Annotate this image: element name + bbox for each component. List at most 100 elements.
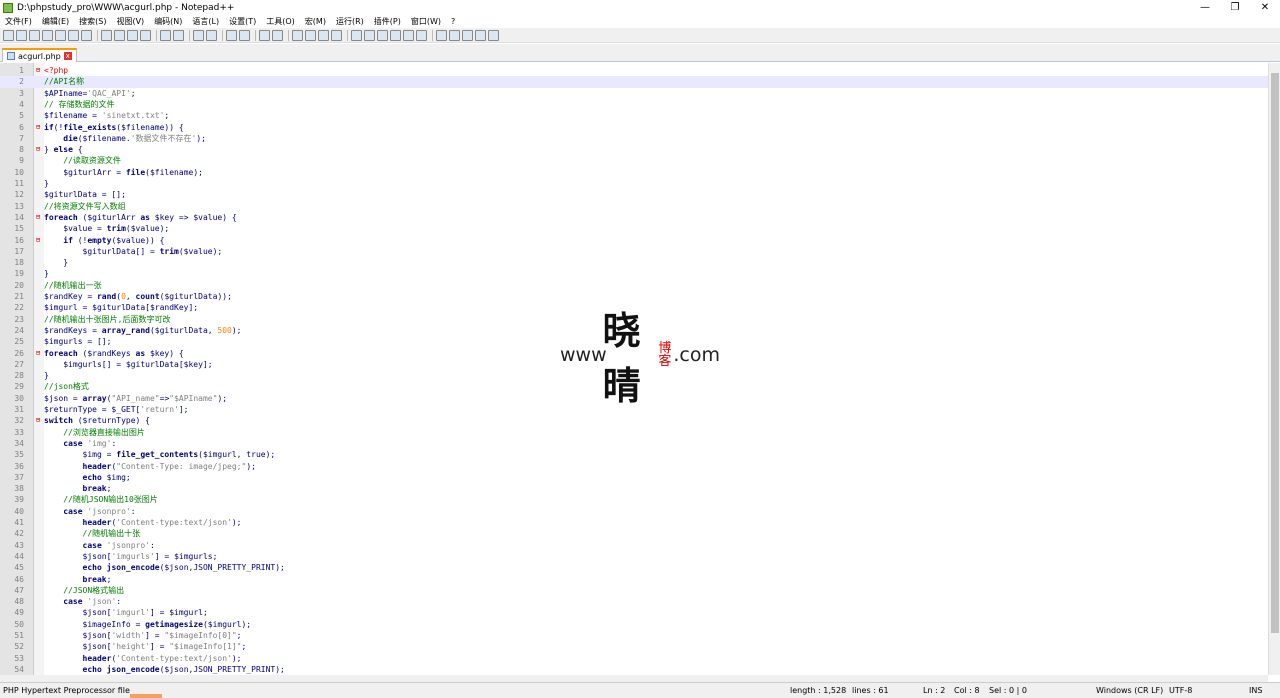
code-line[interactable]: 40 case 'jsonpro':: [0, 506, 1268, 517]
menu-item-12[interactable]: ?: [446, 17, 460, 26]
toolbar-icon-29[interactable]: [436, 29, 447, 41]
toolbar-icon-22[interactable]: [331, 29, 342, 41]
menu-item-5[interactable]: 语言(L): [187, 16, 224, 27]
menu-item-2[interactable]: 搜索(S): [74, 16, 111, 27]
vertical-scrollbar[interactable]: [1268, 63, 1280, 675]
toolbar-icon-20[interactable]: [305, 29, 316, 41]
menu-item-11[interactable]: 窗口(W): [406, 16, 446, 27]
toolbar-icon-7[interactable]: [101, 29, 112, 41]
menu-item-8[interactable]: 宏(M): [300, 16, 331, 27]
code-line[interactable]: 4 // 存储数据的文件: [0, 99, 1268, 110]
toolbar-icon-17[interactable]: [259, 29, 270, 41]
code-line[interactable]: 14 ⊟ foreach ($giturlArr as $key => $value…: [0, 212, 1268, 223]
code-line[interactable]: 2 //API名称: [0, 76, 1268, 88]
menu-item-10[interactable]: 插件(P): [369, 16, 406, 27]
code-line[interactable]: 54 echo json_encode($json,JSON_PRETTY_PR…: [0, 664, 1268, 675]
toolbar-icon-6[interactable]: [81, 29, 92, 41]
menu-item-9[interactable]: 运行(R): [331, 16, 369, 27]
code-line[interactable]: 19}: [0, 268, 1268, 279]
code-line[interactable]: 16 ⊟ if (!empty($value)) {: [0, 235, 1268, 246]
menu-item-4[interactable]: 编码(N): [149, 16, 187, 27]
code-line[interactable]: 12 $giturlData = [];: [0, 189, 1268, 200]
code-line[interactable]: 5 $filename = 'sinetxt.txt';: [0, 110, 1268, 121]
toolbar-icon-15[interactable]: [226, 29, 237, 41]
toolbar-icon-11[interactable]: [160, 29, 171, 41]
toolbar-icon-18[interactable]: [272, 29, 283, 41]
toolbar-icon-21[interactable]: [318, 29, 329, 41]
toolbar-icon-4[interactable]: [55, 29, 66, 41]
code-line[interactable]: 49 $json['imgurl'] = $imgurl;: [0, 607, 1268, 618]
menu-item-0[interactable]: 文件(F): [0, 16, 37, 27]
toolbar-icon-32[interactable]: [475, 29, 486, 41]
code-line[interactable]: 46 break;: [0, 574, 1268, 585]
code-line[interactable]: 15 $value = trim($value);: [0, 223, 1268, 234]
code-line[interactable]: 50 $imageInfo = getimagesize($imgurl);: [0, 619, 1268, 630]
code-line[interactable]: 3 $APIname='QAC_API';: [0, 88, 1268, 99]
code-line[interactable]: 1 ⊟ <?php: [0, 65, 1268, 76]
toolbar-icon-1[interactable]: [16, 29, 27, 41]
code-line[interactable]: 52 $json['height'] = "$imageInfo[1]";: [0, 641, 1268, 652]
code-line[interactable]: 48 case 'json':: [0, 596, 1268, 607]
code-line[interactable]: 38 break;: [0, 483, 1268, 494]
code-line[interactable]: 35 $img = file_get_contents($imgurl, tru…: [0, 449, 1268, 460]
toolbar-icon-9[interactable]: [127, 29, 138, 41]
code-line[interactable]: 13 //将资源文件写入数组: [0, 201, 1268, 212]
menu-item-3[interactable]: 视图(V): [111, 16, 149, 27]
code-line[interactable]: 18 }: [0, 257, 1268, 268]
fold-toggle-icon[interactable]: ⊟: [36, 65, 43, 76]
status-encoding[interactable]: UTF-8: [1169, 686, 1192, 695]
toolbar-icon-16[interactable]: [239, 29, 250, 41]
code-line[interactable]: 8 ⊟} else {: [0, 144, 1268, 155]
toolbar-icon-33[interactable]: [488, 29, 499, 41]
toolbar-icon-10[interactable]: [140, 29, 151, 41]
toolbar-icon-26[interactable]: [390, 29, 401, 41]
toolbar-icon-13[interactable]: [193, 29, 204, 41]
toolbar-icon-28[interactable]: [416, 29, 427, 41]
code-line[interactable]: 10 $giturlArr = file($filename);: [0, 167, 1268, 178]
fold-toggle-icon[interactable]: ⊟: [36, 415, 43, 426]
tab-close-icon[interactable]: x: [63, 52, 72, 60]
toolbar-icon-12[interactable]: [173, 29, 184, 41]
horizontal-scrollbar[interactable]: [0, 675, 1268, 682]
toolbar-icon-31[interactable]: [462, 29, 473, 41]
fold-toggle-icon[interactable]: ⊟: [36, 144, 43, 155]
code-line[interactable]: 34 case 'img':: [0, 438, 1268, 449]
tab-acgurl-php[interactable]: acgurl.php x: [2, 48, 77, 62]
toolbar-icon-0[interactable]: [3, 29, 14, 41]
fold-toggle-icon[interactable]: ⊟: [36, 348, 43, 359]
fold-toggle-icon[interactable]: ⊟: [36, 122, 43, 133]
code-line[interactable]: 7 die($filename.'数据文件不存在');: [0, 133, 1268, 144]
toolbar-icon-27[interactable]: [403, 29, 414, 41]
toolbar-icon-5[interactable]: [68, 29, 79, 41]
code-line[interactable]: 44 $json['imgurls'] = $imgurls;: [0, 551, 1268, 562]
toolbar-icon-14[interactable]: [206, 29, 217, 41]
toolbar-icon-19[interactable]: [292, 29, 303, 41]
fold-toggle-icon[interactable]: ⊟: [36, 212, 43, 223]
toolbar-icon-25[interactable]: [377, 29, 388, 41]
toolbar-icon-8[interactable]: [114, 29, 125, 41]
menu-item-1[interactable]: 编辑(E): [37, 16, 74, 27]
code-line[interactable]: 51 $json['width'] = "$imageInfo[0]";: [0, 630, 1268, 641]
menu-item-6[interactable]: 设置(T): [224, 16, 261, 27]
code-line[interactable]: 6 ⊟ if(!file_exists($filename)) {: [0, 122, 1268, 133]
code-line[interactable]: 32 ⊟ switch ($returnType) {: [0, 415, 1268, 426]
toolbar-icon-24[interactable]: [364, 29, 375, 41]
code-line[interactable]: 42 //随机输出十张: [0, 528, 1268, 539]
toolbar-icon-3[interactable]: [42, 29, 53, 41]
toolbar-icon-2[interactable]: [29, 29, 40, 41]
code-line[interactable]: 43 case 'jsonpro':: [0, 540, 1268, 551]
restore-button[interactable]: ❐: [1220, 0, 1250, 15]
code-line[interactable]: 47 //JSON格式输出: [0, 585, 1268, 596]
code-line[interactable]: 53 header('Content-type:text/json');: [0, 653, 1268, 664]
menu-item-7[interactable]: 工具(O): [261, 16, 300, 27]
code-line[interactable]: 9 //读取资源文件: [0, 155, 1268, 166]
code-line[interactable]: 36 header("Content-Type: image/jpeg;");: [0, 461, 1268, 472]
code-line[interactable]: 17 $giturlData[] = trim($value);: [0, 246, 1268, 257]
code-line[interactable]: 11}: [0, 178, 1268, 189]
code-line[interactable]: 33 //浏览器直接输出图片: [0, 427, 1268, 438]
minimize-button[interactable]: —: [1190, 0, 1220, 15]
code-line[interactable]: 37 echo $img;: [0, 472, 1268, 483]
code-line[interactable]: 20 //随机输出一张: [0, 280, 1268, 291]
toolbar-icon-30[interactable]: [449, 29, 460, 41]
fold-toggle-icon[interactable]: ⊟: [36, 235, 43, 246]
